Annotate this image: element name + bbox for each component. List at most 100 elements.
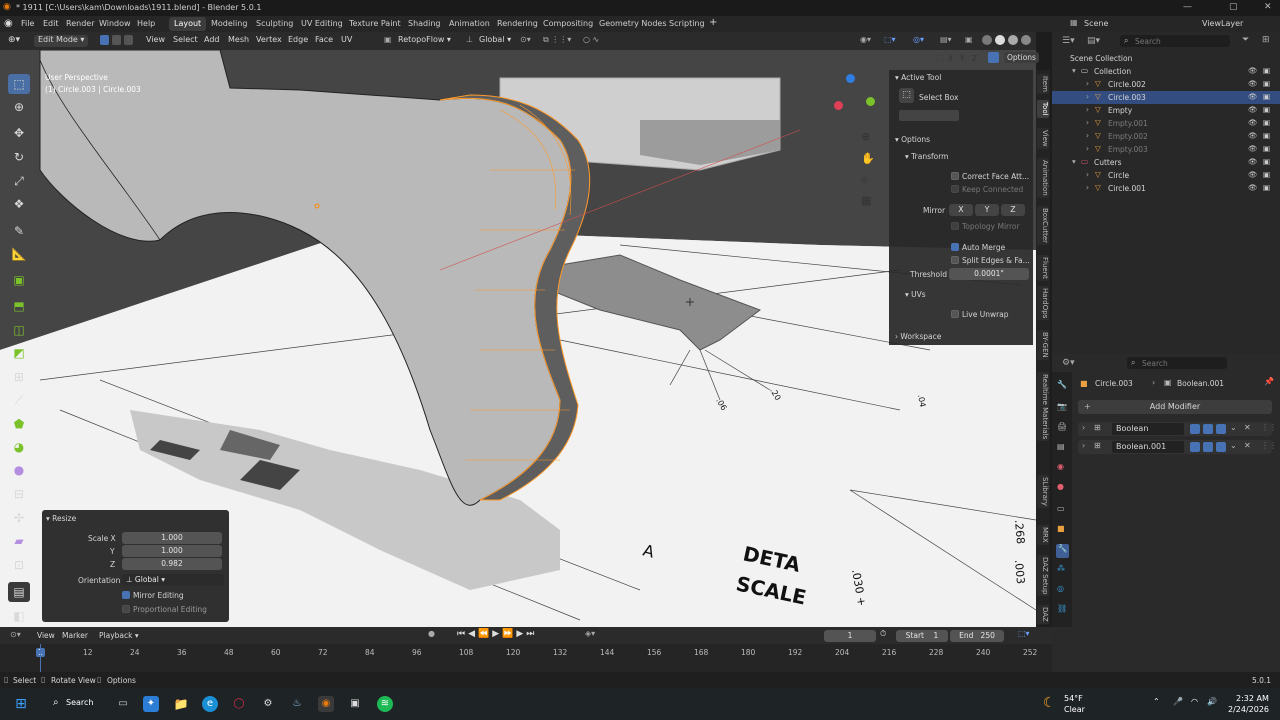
tab-slibrary[interactable]: SLibrary — [1037, 475, 1049, 508]
auto-merge-checkbox[interactable] — [951, 243, 959, 251]
correct-face-checkbox[interactable] — [951, 172, 959, 180]
blender-taskbar-icon[interactable]: ◉ — [318, 696, 334, 712]
expand-arrow-icon[interactable]: › — [1086, 79, 1089, 88]
chevron-down-icon[interactable]: ⌄ — [1230, 441, 1237, 450]
add-modifier-button[interactable]: + Add Modifier — [1078, 400, 1272, 414]
expand-arrow-icon[interactable]: ▾ — [1072, 157, 1076, 166]
end-frame-field[interactable]: End 250 — [950, 630, 1004, 642]
spin-tool-icon[interactable]: ◕ — [8, 437, 30, 457]
wireframe-shading-icon[interactable] — [982, 35, 992, 45]
new-collection-icon[interactable]: ⊞ — [1262, 35, 1270, 45]
mirror-y-toggle[interactable]: Y — [960, 54, 965, 63]
menu-add[interactable]: Add — [204, 35, 220, 47]
extra-tool-2-icon[interactable]: ◧ — [8, 606, 30, 626]
workspace-tab-uv-editing[interactable]: UV Editing — [296, 17, 348, 31]
app-icon-1[interactable]: ⚙ — [260, 696, 276, 712]
modifier-name-field[interactable]: Boolean.001 — [1112, 441, 1184, 453]
timeline-menu-marker[interactable]: Marker — [62, 631, 88, 640]
mirror-editing-checkbox[interactable] — [122, 591, 130, 599]
tab-by-gen[interactable]: BY-GEN — [1037, 330, 1049, 360]
render-camera-icon[interactable]: ▣ — [1263, 170, 1270, 179]
playhead[interactable] — [40, 644, 41, 672]
annotate-tool-icon[interactable]: ✎ — [8, 221, 30, 241]
visibility-eye-icon[interactable]: 👁 — [1248, 144, 1258, 153]
mesh-edit-overlays-icon[interactable]: ▤▾ — [940, 35, 952, 47]
physics-tab-icon[interactable]: ◎ — [1057, 584, 1064, 593]
select-box-tool-icon[interactable]: ⬚ — [8, 74, 30, 94]
gizmo-y-axis[interactable] — [866, 97, 875, 106]
extrude-tool-icon[interactable]: ⬒ — [8, 296, 30, 316]
scale-z-field[interactable]: 0.982 — [122, 558, 222, 570]
scene-tab-icon[interactable]: ◉ — [1057, 462, 1064, 471]
file-explorer-icon[interactable]: 📁 — [173, 696, 189, 712]
close-icon[interactable]: ✕ — [1244, 441, 1251, 450]
render-camera-icon[interactable]: ▣ — [1263, 118, 1270, 127]
close-icon[interactable]: ✕ — [1244, 423, 1251, 432]
outliner-row[interactable]: › ▽ Circle.003 👁 ▣ — [1052, 91, 1280, 104]
maximize-icon[interactable]: ▢ — [1229, 2, 1238, 12]
active-tool-section-toggle[interactable]: ▾ Active Tool — [895, 73, 941, 82]
viewport-toggle-icon[interactable] — [1203, 442, 1213, 452]
split-edges-checkbox[interactable] — [951, 256, 959, 264]
object-visibility-icon[interactable]: ◉▾ — [860, 35, 871, 47]
mirror-z-toggle[interactable]: Z — [972, 54, 977, 63]
outliner-row[interactable]: › ▽ Circle.001 👁 ▣ — [1052, 182, 1280, 195]
render-tab-icon[interactable]: 📷 — [1057, 402, 1067, 411]
measure-tool-icon[interactable]: 📐 — [8, 244, 30, 264]
zoom-icon[interactable]: ⊕ — [861, 130, 870, 143]
object-tab-icon[interactable]: ■ — [1057, 524, 1065, 533]
wifi-icon[interactable]: ◠ — [1191, 697, 1198, 706]
visibility-eye-icon[interactable]: 👁 — [1248, 118, 1258, 127]
particles-tab-icon[interactable]: ⁂ — [1057, 564, 1065, 573]
menu-file[interactable]: File — [21, 19, 34, 28]
extra-tool-icon[interactable]: ▤ — [8, 582, 30, 602]
options-section-toggle[interactable]: ▾ Options — [895, 135, 930, 144]
render-camera-icon[interactable]: ▣ — [1263, 131, 1270, 140]
mirror-y-button[interactable]: Y — [975, 204, 999, 216]
timeline-options-icon[interactable]: ⬚▾ — [1018, 629, 1030, 638]
keyframe-type-icon[interactable]: ◈▾ — [585, 629, 595, 638]
outliner-row[interactable]: › ▽ Empty.002 👁 ▣ — [1052, 130, 1280, 143]
resize-panel-title[interactable]: ▾ Resize — [46, 514, 76, 523]
rotate-tool-icon[interactable]: ↻ — [8, 147, 30, 167]
visibility-eye-icon[interactable]: 👁 — [1248, 170, 1258, 179]
workspace-tab-geometry-nodes[interactable]: Geometry Nodes — [594, 17, 671, 31]
topology-mirror-checkbox[interactable] — [951, 222, 959, 230]
outliner-row[interactable]: › ▽ Empty 👁 ▣ — [1052, 104, 1280, 117]
camera-view-icon[interactable]: ⌾ — [861, 174, 868, 188]
transform-orientation-dropdown[interactable]: Global ▾ — [479, 35, 511, 47]
gizmo-toggle-icon[interactable]: ⬚▾ — [884, 35, 896, 47]
auto-keying-icon[interactable]: ● — [428, 629, 435, 638]
workspace-tab-shading[interactable]: Shading — [403, 17, 446, 31]
expand-arrow-icon[interactable]: ▾ — [1072, 66, 1076, 75]
gizmo-z-axis[interactable] — [846, 74, 855, 83]
workspace-tab-sculpting[interactable]: Sculpting — [251, 17, 298, 31]
timeline-menu-playback[interactable]: Playback ▾ — [99, 631, 139, 640]
workspace-tab-compositing[interactable]: Compositing — [538, 17, 598, 31]
poly-build-tool-icon[interactable]: ⬟ — [8, 414, 30, 434]
workspace-section-toggle[interactable]: › Workspace — [895, 332, 941, 341]
auto-merge-icon[interactable] — [988, 52, 999, 63]
knife-tool-icon[interactable]: ⟋ — [8, 390, 30, 410]
constraints-tab-icon[interactable]: ⛓ — [1057, 604, 1067, 613]
expand-arrow-icon[interactable]: › — [1082, 441, 1085, 450]
snapping-icon[interactable]: ⧉ ⋮⋮▾ — [543, 35, 571, 47]
visibility-eye-icon[interactable]: 👁 — [1248, 131, 1258, 140]
solid-shading-icon[interactable] — [995, 35, 1005, 45]
expand-arrow-icon[interactable]: › — [1086, 105, 1089, 114]
scene-name[interactable]: Scene — [1084, 19, 1108, 28]
timeline[interactable]: 1122436486072849610812013214415616818019… — [0, 644, 1052, 672]
rendered-shading-icon[interactable] — [1021, 35, 1031, 45]
close-icon[interactable]: ✕ — [1264, 2, 1272, 12]
scale-y-field[interactable]: 1.000 — [122, 545, 222, 557]
outliner-editor-icon[interactable]: ☰▾ — [1062, 36, 1075, 46]
modifier-panel[interactable]: › ⊞ Boolean.001 ⌄ ✕ ⋮⋮ — [1078, 440, 1277, 454]
tab-fluent[interactable]: Fluent — [1037, 255, 1049, 281]
collection-tab-icon[interactable]: ▭ — [1057, 504, 1065, 513]
viewport-toggle-icon[interactable] — [1203, 424, 1213, 434]
shrink-fatten-tool-icon[interactable]: ✣ — [8, 508, 30, 528]
visibility-eye-icon[interactable]: 👁 — [1248, 66, 1258, 75]
outliner-row[interactable]: › ▽ Empty.001 👁 ▣ — [1052, 117, 1280, 130]
timeline-editor-icon[interactable]: ⊙▾ — [10, 630, 21, 639]
menu-render[interactable]: Render — [66, 19, 94, 28]
